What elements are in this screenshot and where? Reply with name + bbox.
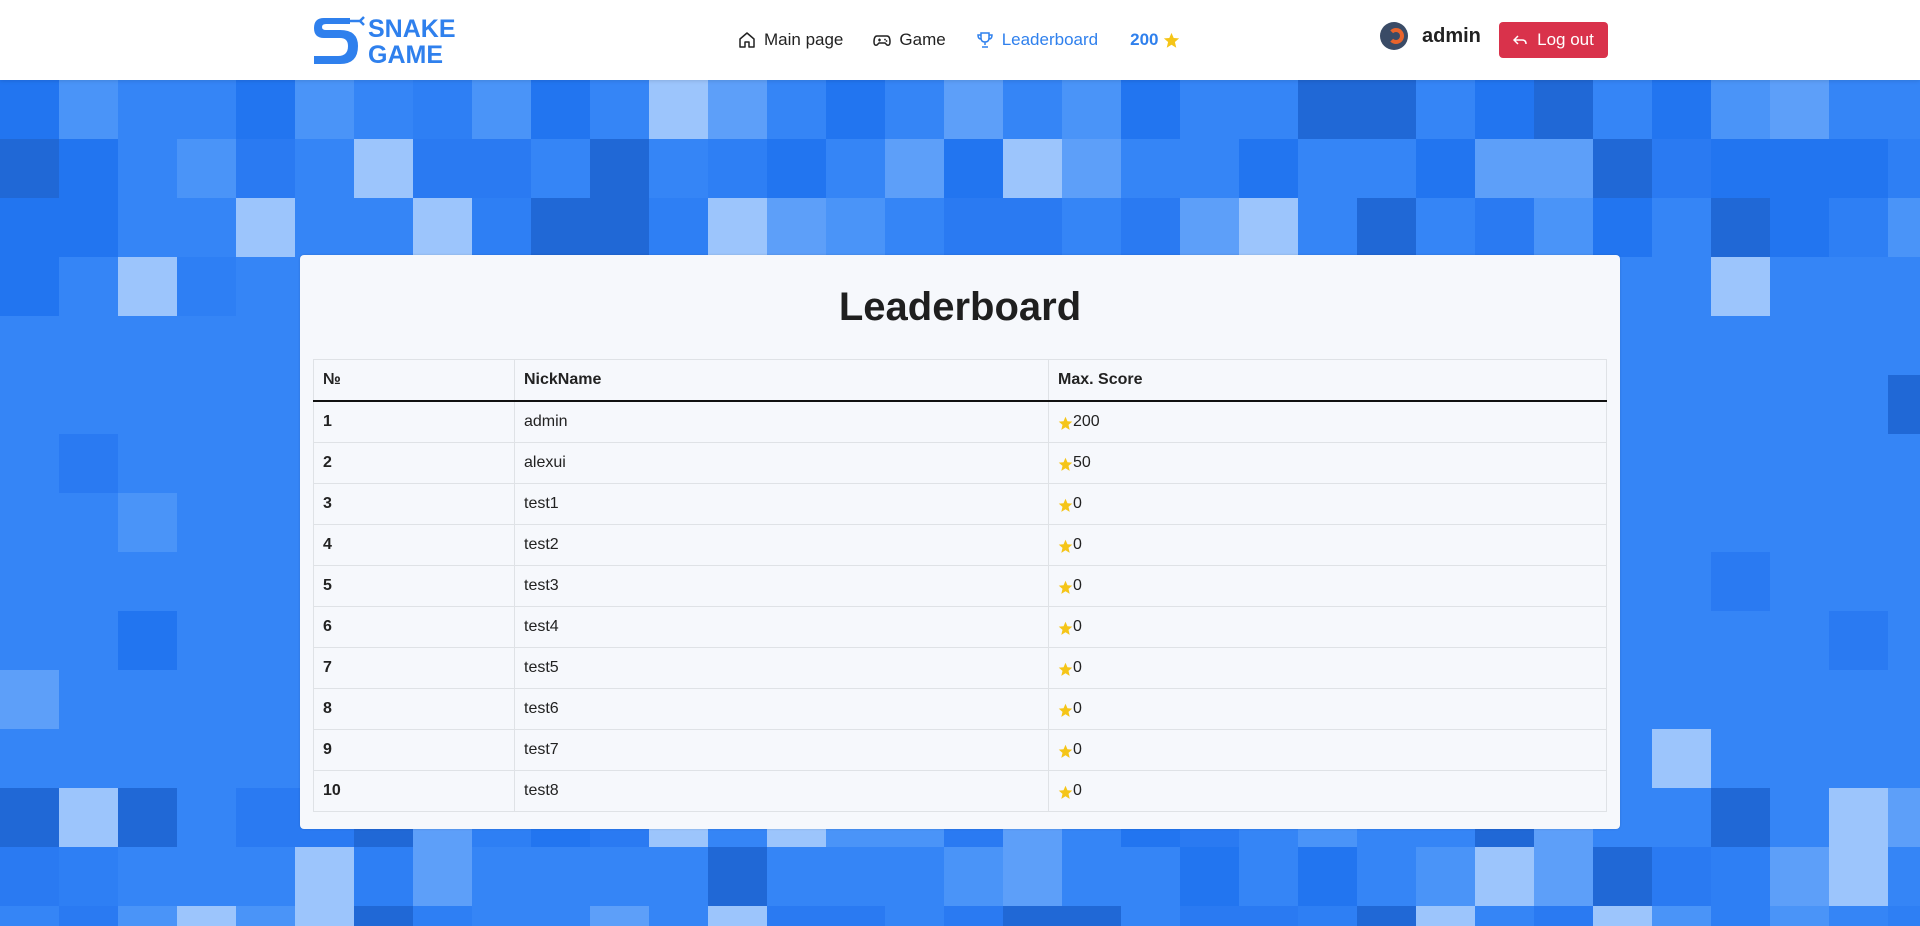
rank-cell: 9 [313, 729, 515, 771]
star-icon [1164, 32, 1180, 48]
table-row: 6 test4 0 [313, 606, 1607, 648]
nav-main-page-label: Main page [764, 30, 844, 49]
star-icon [1058, 539, 1073, 553]
rank-cell: 5 [313, 565, 515, 607]
nickname-cell: test5 [514, 647, 1049, 689]
svg-text:SNAKE: SNAKE [368, 15, 456, 43]
rank-cell: 6 [313, 606, 515, 648]
score-cell: 0 [1048, 688, 1607, 730]
nickname-cell: test6 [514, 688, 1049, 730]
nav-game[interactable]: Game [873, 30, 946, 50]
score-cell: 0 [1048, 483, 1607, 525]
table-header-row: № NickName Max. Score [313, 359, 1607, 402]
score-cell: 0 [1048, 524, 1607, 566]
score-value: 200 [1073, 413, 1100, 430]
table-row: 5 test3 0 [313, 565, 1607, 607]
score-cell: 0 [1048, 770, 1607, 812]
rank-cell: 10 [313, 770, 515, 812]
score-value: 50 [1073, 454, 1091, 471]
table-row: 9 test7 0 [313, 729, 1607, 771]
table-row: 4 test2 0 [313, 524, 1607, 566]
nav-game-label: Game [899, 30, 946, 49]
score-value: 0 [1073, 659, 1082, 676]
table-row: 7 test5 0 [313, 647, 1607, 689]
score-value: 0 [1073, 618, 1082, 635]
main-nav: Main page Game Leaderboard 200 [738, 0, 1180, 80]
svg-text:GAME: GAME [368, 41, 443, 68]
score-cell: 0 [1048, 729, 1607, 771]
score-value: 0 [1073, 700, 1082, 717]
logout-button[interactable]: Log out [1499, 22, 1608, 58]
rank-cell: 3 [313, 483, 515, 525]
column-header-nickname: NickName [514, 359, 1049, 402]
score-value: 0 [1073, 495, 1082, 512]
score-cell: 200 [1048, 400, 1607, 443]
snake-game-logo[interactable]: SNAKE GAME [310, 12, 476, 68]
table-row: 2 alexui 50 [313, 442, 1607, 484]
rank-cell: 4 [313, 524, 515, 566]
user-score-badge: 200 [1130, 30, 1180, 50]
score-value: 0 [1073, 577, 1082, 594]
column-header-max-score: Max. Score [1048, 359, 1607, 402]
trophy-icon [976, 32, 993, 48]
table-row: 8 test6 0 [313, 688, 1607, 730]
page-title: Leaderboard [838, 285, 1082, 329]
user-menu[interactable]: admin [1380, 22, 1481, 50]
score-value: 0 [1073, 741, 1082, 758]
score-cell: 50 [1048, 442, 1607, 484]
table-row: 10 test8 0 [313, 770, 1607, 812]
star-icon [1058, 785, 1073, 799]
rank-cell: 7 [313, 647, 515, 689]
nav-main-page[interactable]: Main page [738, 30, 843, 50]
username: admin [1422, 24, 1481, 47]
column-header-rank: № [313, 359, 515, 402]
leaderboard-card: Leaderboard № NickName Max. Score 1 admin… [300, 255, 1620, 829]
nickname-cell: test8 [514, 770, 1049, 812]
star-icon [1058, 498, 1073, 512]
nickname-cell: admin [514, 400, 1049, 443]
table-row: 1 admin 200 [313, 400, 1607, 443]
score-value: 0 [1073, 782, 1082, 799]
nickname-cell: test1 [514, 483, 1049, 525]
star-icon [1058, 662, 1073, 676]
home-icon [739, 32, 755, 48]
table-row: 3 test1 0 [313, 483, 1607, 525]
rank-cell: 8 [313, 688, 515, 730]
score-cell: 0 [1048, 565, 1607, 607]
nickname-cell: test3 [514, 565, 1049, 607]
user-score: 200 [1130, 30, 1159, 49]
nickname-cell: test2 [514, 524, 1049, 566]
table-body: 1 admin 200 2 alexui 50 3 test1 0 4 test2 0 5 test3 0 6… [313, 400, 1607, 812]
score-cell: 0 [1048, 647, 1607, 689]
star-icon [1058, 703, 1073, 717]
nav-leaderboard[interactable]: Leaderboard [976, 30, 1098, 50]
gamepad-icon [873, 35, 892, 46]
score-cell: 0 [1048, 606, 1607, 648]
star-icon [1058, 580, 1073, 594]
rank-cell: 1 [313, 400, 515, 443]
logout-label: Log out [1537, 30, 1594, 49]
star-icon [1058, 744, 1073, 758]
nav-leaderboard-label: Leaderboard [1001, 30, 1099, 49]
avatar[interactable] [1380, 22, 1408, 50]
rank-cell: 2 [313, 442, 515, 484]
nickname-cell: alexui [514, 442, 1049, 484]
score-value: 0 [1073, 536, 1082, 553]
star-icon [1058, 621, 1073, 635]
nickname-cell: test7 [514, 729, 1049, 771]
logout-icon [1513, 35, 1527, 45]
leaderboard-table: № NickName Max. Score 1 admin 200 2 alexui 50… [313, 359, 1607, 812]
star-icon [1058, 416, 1073, 430]
navbar: SNAKE GAME Main page Game Leaderboard 20… [0, 0, 1920, 80]
star-icon [1058, 457, 1073, 471]
nickname-cell: test4 [514, 606, 1049, 648]
